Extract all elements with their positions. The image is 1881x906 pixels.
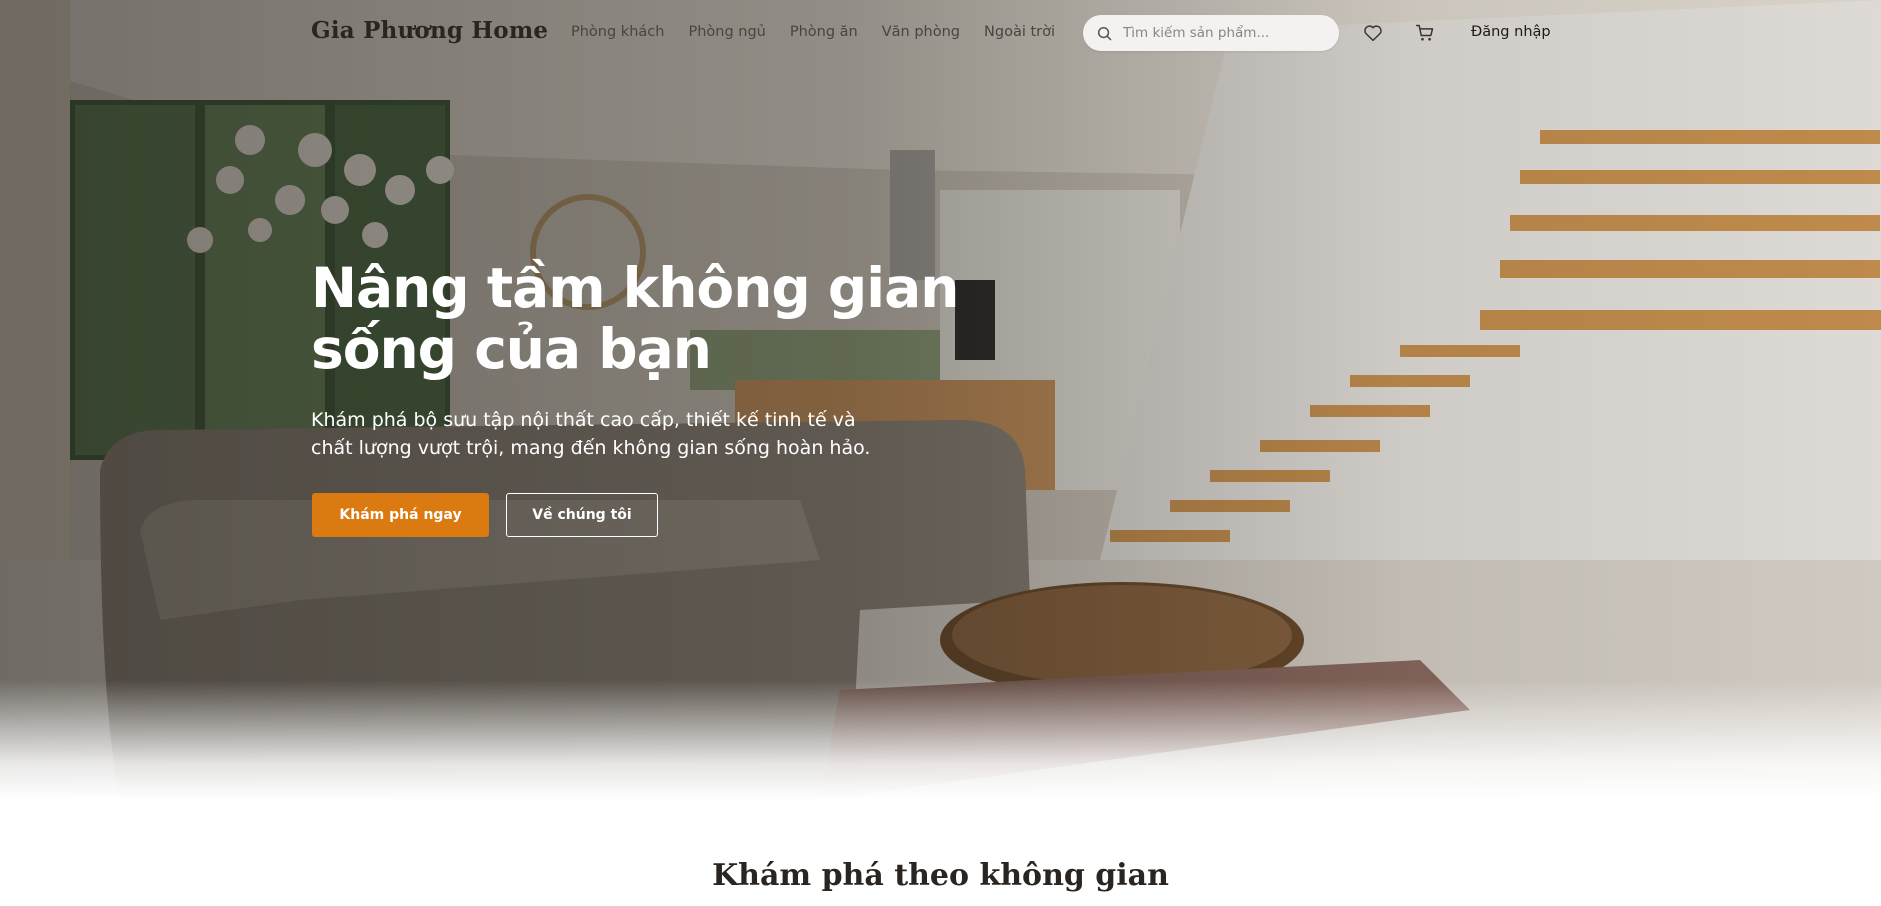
hero-subtitle-line-2: chất lượng vượt trội, mang đến không gia… xyxy=(311,437,871,459)
hero-subtitle-line-1: Khám phá bộ sưu tập nội thất cao cấp, th… xyxy=(311,409,856,431)
nav-link-living-room[interactable]: Phòng khách xyxy=(571,24,664,40)
search-icon xyxy=(1095,24,1113,42)
heart-icon[interactable] xyxy=(1362,22,1384,44)
about-us-button[interactable]: Về chúng tôi xyxy=(506,493,658,537)
cart-icon[interactable] xyxy=(1414,22,1436,44)
nav-link-dining-room[interactable]: Phòng ăn xyxy=(790,24,858,40)
search-box[interactable] xyxy=(1083,15,1339,51)
hero-title: Nâng tầm không gian sống của bạn xyxy=(311,258,1031,380)
nav-link-office[interactable]: Văn phòng xyxy=(882,24,960,40)
hero-title-line-1: Nâng tầm không gian xyxy=(311,256,959,320)
hero-title-line-2: sống của bạn xyxy=(311,317,712,381)
hero-bottom-fade xyxy=(0,680,1881,800)
site-header: Gia Phương Home Phòng khách Phòng ngủ Ph… xyxy=(0,0,1881,66)
section-title: Khám phá theo không gian xyxy=(712,858,1169,893)
hero-section xyxy=(0,0,1881,800)
nav-link-outdoor[interactable]: Ngoài trời xyxy=(984,24,1055,40)
brand-logo[interactable]: Gia Phương Home xyxy=(311,17,548,44)
nav-link-bedroom[interactable]: Phòng ngủ xyxy=(688,24,765,40)
main-nav: Phòng khách Phòng ngủ Phòng ăn Văn phòng… xyxy=(571,24,1055,40)
hero-subtitle: Khám phá bộ sưu tập nội thất cao cấp, th… xyxy=(311,406,931,462)
login-link[interactable]: Đăng nhập xyxy=(1471,24,1551,40)
explore-now-button[interactable]: Khám phá ngay xyxy=(312,493,489,537)
search-input[interactable] xyxy=(1123,25,1328,41)
